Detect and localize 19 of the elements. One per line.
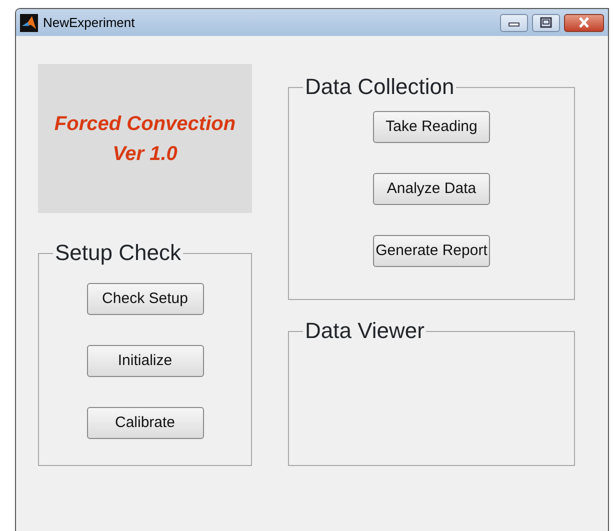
panel-title: Setup Check: [54, 242, 182, 264]
minimize-icon: [508, 22, 520, 26]
action-button[interactable]: Analyze Data: [373, 173, 490, 205]
panel-title: Data Collection: [304, 76, 456, 98]
action-button[interactable]: Calibrate: [86, 407, 204, 439]
action-button[interactable]: Initialize: [86, 345, 204, 377]
close-icon: [578, 16, 590, 28]
app-icon: [20, 14, 38, 32]
window-title: NewExperiment: [43, 14, 135, 32]
action-button[interactable]: Take Reading: [373, 111, 490, 143]
banner-text: Ver 1.0: [112, 142, 178, 166]
minimize-button[interactable]: [500, 14, 528, 32]
action-button[interactable]: Generate Report: [373, 235, 490, 267]
banner-text: Forced Convection: [54, 112, 236, 136]
maximize-icon: [540, 17, 552, 28]
close-button[interactable]: [564, 14, 604, 32]
maximize-button[interactable]: [532, 14, 560, 32]
action-button[interactable]: Check Setup: [86, 283, 204, 315]
panel-title: Data Viewer: [304, 320, 426, 342]
